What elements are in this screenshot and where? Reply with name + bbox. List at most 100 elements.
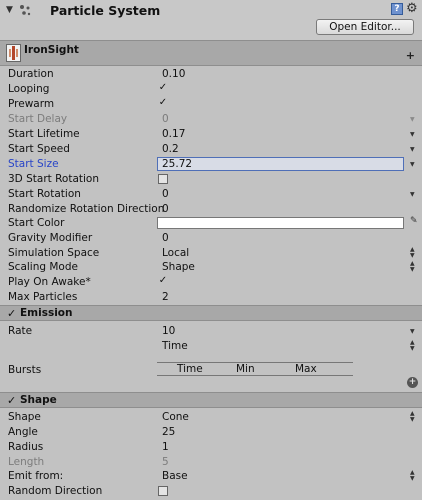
looping-row: Looping ✓: [0, 82, 422, 97]
bursts-col-max: Max: [295, 363, 317, 375]
length-field[interactable]: 5: [162, 456, 169, 468]
shape-title: Shape: [20, 394, 57, 406]
prewarm-checkbox[interactable]: ✓: [158, 98, 168, 109]
angle-row: Angle 25: [0, 425, 422, 440]
select-arrows-icon[interactable]: ▲ ▼: [410, 247, 415, 259]
start-size-label: Start Size: [8, 158, 59, 170]
duration-field[interactable]: 0.10: [162, 68, 185, 80]
rate-row: Rate 10 ▼: [0, 324, 422, 339]
start-delay-label: Start Delay: [8, 113, 68, 125]
start-speed-label: Start Speed: [8, 143, 70, 155]
shape-module-header[interactable]: ✓ Shape: [0, 392, 422, 408]
start-rotation-3d-row: 3D Start Rotation: [0, 172, 422, 187]
open-editor-button[interactable]: Open Editor...: [316, 19, 414, 35]
randomize-rotation-row: Randomize Rotation Direction 0: [0, 202, 422, 217]
particle-system-icon: [20, 5, 31, 16]
help-icon[interactable]: ?: [391, 3, 403, 15]
emission-module-header[interactable]: ✓ Emission: [0, 305, 422, 321]
component-title: Particle System: [50, 3, 161, 18]
dropdown-arrow-icon[interactable]: ▼: [410, 116, 415, 123]
emit-from-label: Emit from:: [8, 470, 64, 482]
start-speed-row: Start Speed 0.2 ▼: [0, 142, 422, 157]
length-label: Length: [8, 456, 45, 468]
duration-row: Duration 0.10: [0, 67, 422, 82]
rate-mode-row: Time ▲ ▼: [0, 339, 422, 354]
start-color-label: Start Color: [8, 217, 65, 229]
select-arrows-icon[interactable]: ▲ ▼: [410, 340, 415, 352]
start-speed-field[interactable]: 0.2: [162, 143, 179, 155]
shape-type-label: Shape: [8, 411, 41, 423]
scaling-mode-row: Scaling Mode Shape ▲ ▼: [0, 260, 422, 275]
shape-type-row: Shape Cone ▲ ▼: [0, 410, 422, 425]
max-particles-field[interactable]: 2: [162, 291, 169, 303]
start-rotation-field[interactable]: 0: [162, 188, 169, 200]
start-delay-field[interactable]: 0: [162, 113, 169, 125]
simulation-space-select[interactable]: Local: [162, 247, 189, 259]
fold-arrow-icon[interactable]: ▼: [6, 5, 13, 15]
dropdown-arrow-icon[interactable]: ▼: [410, 146, 415, 153]
particle-thumbnail-icon: [6, 44, 21, 62]
bursts-table: Time Min Max: [157, 362, 353, 376]
emit-from-select[interactable]: Base: [162, 470, 188, 482]
main-module-header[interactable]: IronSight +: [0, 40, 422, 66]
play-on-awake-row: Play On Awake* ✓: [0, 275, 422, 290]
start-rotation-3d-label: 3D Start Rotation: [8, 173, 100, 185]
shape-type-select[interactable]: Cone: [162, 411, 189, 423]
gravity-modifier-row: Gravity Modifier 0: [0, 231, 422, 246]
dropdown-arrow-icon[interactable]: ▼: [410, 191, 415, 198]
start-rotation-label: Start Rotation: [8, 188, 81, 200]
bursts-col-min: Min: [236, 363, 255, 375]
select-arrows-icon[interactable]: ▲ ▼: [410, 470, 415, 482]
rate-label: Rate: [8, 325, 33, 337]
start-lifetime-row: Start Lifetime 0.17 ▼: [0, 127, 422, 142]
looping-checkbox[interactable]: ✓: [158, 83, 168, 94]
gravity-modifier-field[interactable]: 0: [162, 232, 169, 244]
emit-from-row: Emit from: Base ▲ ▼: [0, 469, 422, 484]
emission-enabled-check[interactable]: ✓: [7, 307, 16, 320]
looping-label: Looping: [8, 83, 50, 95]
start-delay-row: Start Delay 0 ▼: [0, 112, 422, 127]
color-picker-icon[interactable]: ✎: [410, 216, 418, 226]
randomize-rotation-label: Randomize Rotation Direction: [8, 203, 165, 215]
main-module-title: IronSight: [24, 44, 79, 56]
start-color-row: Start Color ✎: [0, 216, 422, 231]
start-size-input[interactable]: 25.72: [157, 157, 404, 171]
add-burst-icon[interactable]: +: [407, 377, 418, 388]
radius-row: Radius 1: [0, 440, 422, 455]
select-arrows-icon[interactable]: ▲ ▼: [410, 411, 415, 423]
rate-mode-select[interactable]: Time: [162, 340, 188, 352]
inspector-header: ▼ Particle System ? ⚙ Open Editor...: [0, 0, 422, 40]
radius-label: Radius: [8, 441, 44, 453]
angle-label: Angle: [8, 426, 38, 438]
dropdown-arrow-icon[interactable]: ▼: [410, 328, 415, 335]
duration-label: Duration: [8, 68, 54, 80]
scaling-mode-label: Scaling Mode: [8, 261, 78, 273]
radius-field[interactable]: 1: [162, 441, 169, 453]
random-direction-label: Random Direction: [8, 485, 103, 497]
length-row: Length 5: [0, 455, 422, 470]
start-lifetime-label: Start Lifetime: [8, 128, 80, 140]
start-size-row: Start Size 25.72 ▼: [0, 157, 422, 172]
random-direction-checkbox[interactable]: [158, 486, 168, 496]
start-rotation-row: Start Rotation 0 ▼: [0, 187, 422, 202]
angle-field[interactable]: 25: [162, 426, 175, 438]
prewarm-label: Prewarm: [8, 98, 55, 110]
random-direction-row: Random Direction: [0, 484, 422, 499]
start-lifetime-field[interactable]: 0.17: [162, 128, 185, 140]
start-color-swatch[interactable]: [157, 217, 404, 229]
emission-title: Emission: [20, 307, 73, 319]
shape-enabled-check[interactable]: ✓: [7, 394, 16, 407]
dropdown-arrow-icon[interactable]: ▼: [410, 161, 415, 168]
play-on-awake-checkbox[interactable]: ✓: [158, 276, 168, 287]
scaling-mode-select[interactable]: Shape: [162, 261, 195, 273]
add-icon[interactable]: +: [406, 49, 415, 62]
simulation-space-label: Simulation Space: [8, 247, 100, 259]
select-arrows-icon[interactable]: ▲ ▼: [410, 261, 415, 273]
randomize-rotation-field[interactable]: 0: [162, 203, 169, 215]
gear-icon[interactable]: ⚙: [406, 1, 418, 16]
start-rotation-3d-checkbox[interactable]: [158, 174, 168, 184]
prewarm-row: Prewarm ✓: [0, 97, 422, 112]
dropdown-arrow-icon[interactable]: ▼: [410, 131, 415, 138]
rate-field[interactable]: 10: [162, 325, 175, 337]
gravity-modifier-label: Gravity Modifier: [8, 232, 93, 244]
